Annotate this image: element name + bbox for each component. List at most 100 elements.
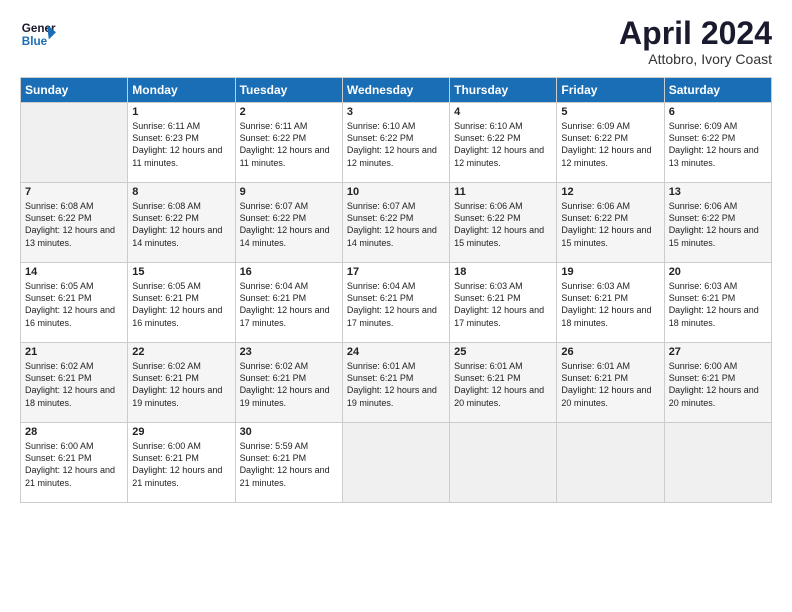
calendar-cell: 1 Sunrise: 6:11 AMSunset: 6:23 PMDaylight… [128,103,235,183]
calendar-cell: 16Sunrise: 6:04 AMSunset: 6:21 PMDayligh… [235,263,342,343]
day-info: Sunrise: 6:00 AMSunset: 6:21 PMDaylight:… [132,440,230,489]
calendar-cell: 22Sunrise: 6:02 AMSunset: 6:21 PMDayligh… [128,343,235,423]
day-number: 23 [240,346,338,358]
calendar-table: SundayMondayTuesdayWednesdayThursdayFrid… [20,77,772,503]
day-info: Sunrise: 6:04 AMSunset: 6:21 PMDaylight:… [347,280,445,329]
calendar-cell: 10 Sunrise: 6:07 AMSunset: 6:22 PMDayligh… [342,183,449,263]
day-number: 29 [132,426,230,438]
day-number: 4 [454,106,552,118]
calendar-cell: 6 Sunrise: 6:09 AMSunset: 6:22 PMDaylight… [664,103,771,183]
calendar-week-row: 14 Sunrise: 6:05 AMSunset: 6:21 PMDayligh… [21,263,772,343]
day-number: 10 [347,186,445,198]
day-number: 15 [132,266,230,278]
calendar-cell [21,103,128,183]
day-info: Sunrise: 6:06 AMSunset: 6:22 PMDaylight:… [669,200,767,249]
day-number: 6 [669,106,767,118]
day-info: Sunrise: 6:03 AMSunset: 6:21 PMDaylight:… [561,280,659,329]
day-info: Sunrise: 6:01 AMSunset: 6:21 PMDaylight:… [347,360,445,409]
calendar-cell: 14 Sunrise: 6:05 AMSunset: 6:21 PMDayligh… [21,263,128,343]
calendar-cell: 19Sunrise: 6:03 AMSunset: 6:21 PMDayligh… [557,263,664,343]
calendar-cell: 15 Sunrise: 6:05 AMSunset: 6:21 PMDayligh… [128,263,235,343]
day-info: Sunrise: 6:05 AMSunset: 6:21 PMDaylight:… [25,280,123,329]
day-info: Sunrise: 6:08 AMSunset: 6:22 PMDaylight:… [25,200,123,249]
header: General Blue April 2024 Attobro, Ivory C… [20,16,772,67]
day-number: 2 [240,106,338,118]
day-header-monday: Monday [128,78,235,103]
calendar-cell: 25 Sunrise: 6:01 AMSunset: 6:21 PMDayligh… [450,343,557,423]
day-info: Sunrise: 6:00 AMSunset: 6:21 PMDaylight:… [25,440,123,489]
day-header-friday: Friday [557,78,664,103]
day-info: Sunrise: 6:06 AMSunset: 6:22 PMDaylight:… [454,200,552,249]
calendar-cell: 27Sunrise: 6:00 AMSunset: 6:21 PMDayligh… [664,343,771,423]
day-header-thursday: Thursday [450,78,557,103]
day-number: 30 [240,426,338,438]
day-info: Sunrise: 6:11 AMSunset: 6:22 PMDaylight:… [240,120,338,169]
day-info: Sunrise: 6:01 AMSunset: 6:21 PMDaylight:… [561,360,659,409]
calendar-cell: 12 Sunrise: 6:06 AMSunset: 6:22 PMDayligh… [557,183,664,263]
calendar-cell: 17 Sunrise: 6:04 AMSunset: 6:21 PMDayligh… [342,263,449,343]
day-number: 7 [25,186,123,198]
calendar-cell [450,423,557,503]
day-number: 24 [347,346,445,358]
calendar-cell: 4 Sunrise: 6:10 AMSunset: 6:22 PMDaylight… [450,103,557,183]
day-number: 12 [561,186,659,198]
day-number: 25 [454,346,552,358]
calendar-cell [342,423,449,503]
calendar-cell: 11 Sunrise: 6:06 AMSunset: 6:22 PMDayligh… [450,183,557,263]
calendar-cell [664,423,771,503]
day-info: Sunrise: 6:10 AMSunset: 6:22 PMDaylight:… [347,120,445,169]
day-info: Sunrise: 6:09 AMSunset: 6:22 PMDaylight:… [561,120,659,169]
calendar-cell: 26 Sunrise: 6:01 AMSunset: 6:21 PMDayligh… [557,343,664,423]
day-number: 26 [561,346,659,358]
calendar-cell: 8Sunrise: 6:08 AMSunset: 6:22 PMDaylight… [128,183,235,263]
calendar-page: General Blue April 2024 Attobro, Ivory C… [0,0,792,612]
day-header-saturday: Saturday [664,78,771,103]
day-number: 20 [669,266,767,278]
calendar-cell: 30 Sunrise: 5:59 AMSunset: 6:21 PMDayligh… [235,423,342,503]
day-number: 21 [25,346,123,358]
day-info: Sunrise: 6:02 AMSunset: 6:21 PMDaylight:… [132,360,230,409]
day-info: Sunrise: 6:07 AMSunset: 6:22 PMDaylight:… [347,200,445,249]
day-number: 5 [561,106,659,118]
calendar-week-row: 7 Sunrise: 6:08 AMSunset: 6:22 PMDaylight… [21,183,772,263]
day-info: Sunrise: 6:03 AMSunset: 6:21 PMDaylight:… [669,280,767,329]
day-number: 8 [132,186,230,198]
day-number: 17 [347,266,445,278]
calendar-week-row: 21 Sunrise: 6:02 AMSunset: 6:21 PMDayligh… [21,343,772,423]
calendar-cell: 20 Sunrise: 6:03 AMSunset: 6:21 PMDayligh… [664,263,771,343]
calendar-cell: 23 Sunrise: 6:02 AMSunset: 6:21 PMDayligh… [235,343,342,423]
day-header-tuesday: Tuesday [235,78,342,103]
calendar-cell: 9Sunrise: 6:07 AMSunset: 6:22 PMDaylight… [235,183,342,263]
calendar-cell: 5 Sunrise: 6:09 AMSunset: 6:22 PMDaylight… [557,103,664,183]
day-info: Sunrise: 6:03 AMSunset: 6:21 PMDaylight:… [454,280,552,329]
calendar-cell: 29 Sunrise: 6:00 AMSunset: 6:21 PMDayligh… [128,423,235,503]
day-number: 28 [25,426,123,438]
day-number: 11 [454,186,552,198]
calendar-header-row: SundayMondayTuesdayWednesdayThursdayFrid… [21,78,772,103]
day-number: 13 [669,186,767,198]
day-number: 14 [25,266,123,278]
calendar-cell: 7 Sunrise: 6:08 AMSunset: 6:22 PMDaylight… [21,183,128,263]
location-subtitle: Attobro, Ivory Coast [619,51,772,67]
day-info: Sunrise: 6:02 AMSunset: 6:21 PMDaylight:… [240,360,338,409]
day-number: 16 [240,266,338,278]
day-info: Sunrise: 6:06 AMSunset: 6:22 PMDaylight:… [561,200,659,249]
logo-icon: General Blue [20,16,56,52]
calendar-cell: 13 Sunrise: 6:06 AMSunset: 6:22 PMDayligh… [664,183,771,263]
day-number: 1 [132,106,230,118]
day-info: Sunrise: 6:01 AMSunset: 6:21 PMDaylight:… [454,360,552,409]
day-number: 3 [347,106,445,118]
day-info: Sunrise: 6:00 AMSunset: 6:21 PMDaylight:… [669,360,767,409]
title-block: April 2024 Attobro, Ivory Coast [619,16,772,67]
calendar-cell: 18Sunrise: 6:03 AMSunset: 6:21 PMDayligh… [450,263,557,343]
day-header-wednesday: Wednesday [342,78,449,103]
calendar-cell [557,423,664,503]
day-info: Sunrise: 6:05 AMSunset: 6:21 PMDaylight:… [132,280,230,329]
calendar-cell: 2 Sunrise: 6:11 AMSunset: 6:22 PMDaylight… [235,103,342,183]
day-info: Sunrise: 6:10 AMSunset: 6:22 PMDaylight:… [454,120,552,169]
calendar-week-row: 28 Sunrise: 6:00 AMSunset: 6:21 PMDayligh… [21,423,772,503]
day-info: Sunrise: 6:11 AMSunset: 6:23 PMDaylight:… [132,120,230,169]
day-info: Sunrise: 5:59 AMSunset: 6:21 PMDaylight:… [240,440,338,489]
logo: General Blue [20,16,56,52]
day-info: Sunrise: 6:09 AMSunset: 6:22 PMDaylight:… [669,120,767,169]
